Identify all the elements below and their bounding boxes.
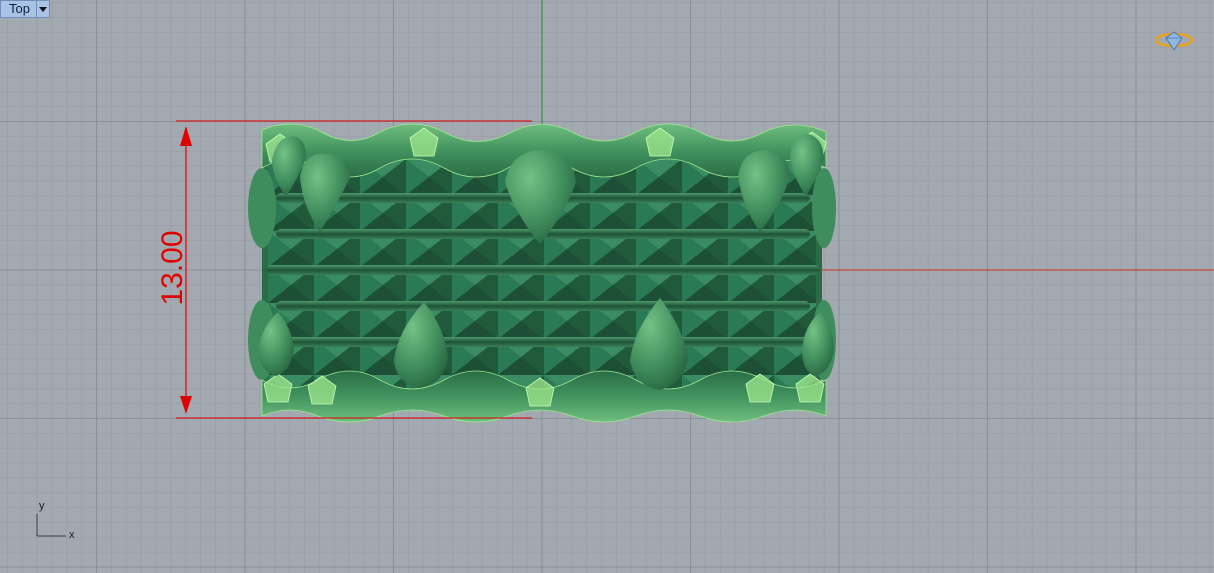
horizontal-rod xyxy=(266,265,820,275)
dimension-value: 13.00 xyxy=(156,230,189,305)
dimension-arrow-bottom xyxy=(180,396,192,414)
axis-widget xyxy=(36,514,66,537)
viewport-title-tab[interactable]: Top xyxy=(0,0,50,18)
left-side-bulge xyxy=(248,168,276,248)
viewport-name[interactable]: Top xyxy=(1,1,36,17)
axis-y-label: y xyxy=(39,500,45,512)
viewport-grid: 13.00 xyxy=(0,0,1214,573)
viewport-dropdown-button[interactable] xyxy=(35,1,49,17)
top-viewport[interactable]: 13.00 Top y x xyxy=(0,0,1214,573)
horizontal-rod xyxy=(276,301,810,311)
horizontal-rod xyxy=(276,337,810,347)
axis-x-label: x xyxy=(69,529,75,541)
chevron-down-icon xyxy=(38,6,47,12)
ring-model[interactable] xyxy=(248,123,836,423)
right-side-bulge xyxy=(812,168,836,248)
